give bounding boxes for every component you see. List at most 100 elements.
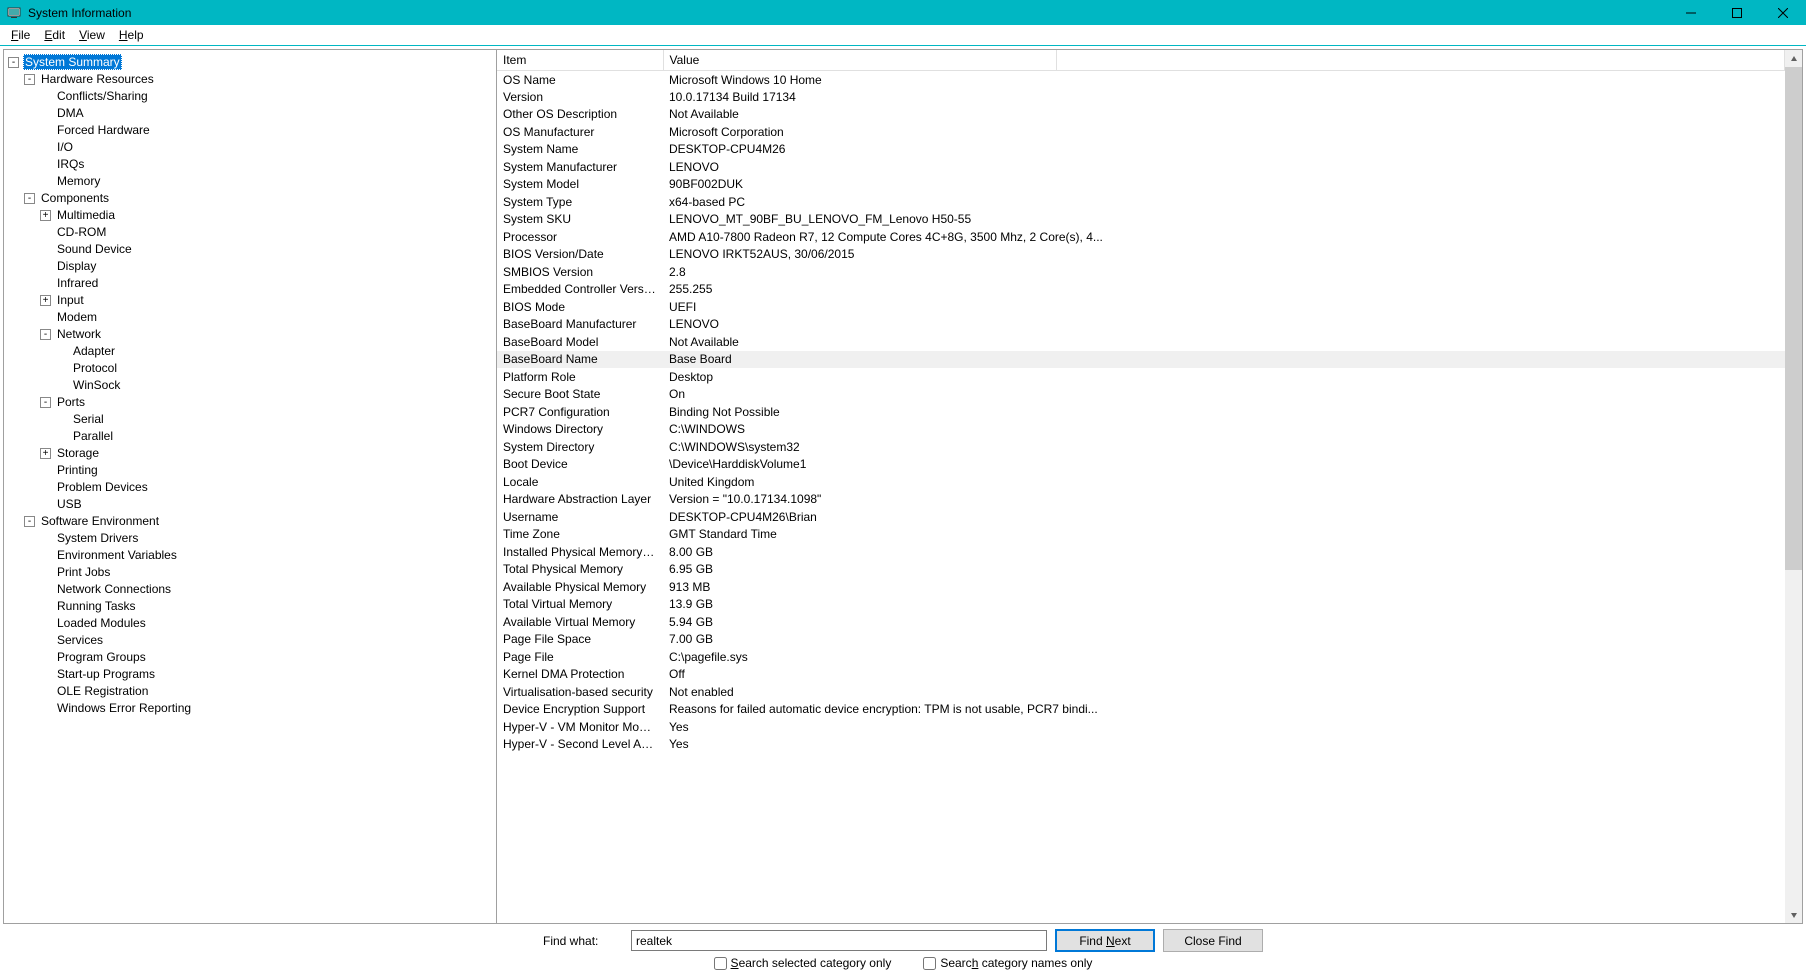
- menu-edit[interactable]: Edit: [37, 26, 72, 44]
- tree-item[interactable]: Memory: [6, 173, 494, 190]
- tree-item[interactable]: Windows Error Reporting: [6, 700, 494, 717]
- tree-item[interactable]: Modem: [6, 309, 494, 326]
- table-row[interactable]: Device Encryption SupportReasons for fai…: [497, 701, 1785, 719]
- tree-item[interactable]: -Network: [6, 326, 494, 343]
- tree-expander-icon[interactable]: +: [40, 295, 51, 306]
- tree-item[interactable]: System Drivers: [6, 530, 494, 547]
- tree-item[interactable]: OLE Registration: [6, 683, 494, 700]
- tree-item[interactable]: Loaded Modules: [6, 615, 494, 632]
- tree-item[interactable]: -Components: [6, 190, 494, 207]
- table-row[interactable]: BIOS ModeUEFI: [497, 298, 1785, 316]
- table-row[interactable]: BIOS Version/DateLENOVO IRKT52AUS, 30/06…: [497, 246, 1785, 264]
- search-names-checkbox-label[interactable]: Search category names only: [923, 956, 1092, 970]
- tree-expander-icon[interactable]: -: [24, 193, 35, 204]
- table-row[interactable]: BaseBoard ModelNot Available: [497, 333, 1785, 351]
- scroll-down-button[interactable]: [1785, 906, 1802, 923]
- table-row[interactable]: System DirectoryC:\WINDOWS\system32: [497, 438, 1785, 456]
- scroll-up-button[interactable]: [1785, 50, 1802, 67]
- menu-view[interactable]: View: [72, 26, 112, 44]
- tree-item[interactable]: Services: [6, 632, 494, 649]
- tree-item[interactable]: Program Groups: [6, 649, 494, 666]
- tree-item[interactable]: -Ports: [6, 394, 494, 411]
- tree-item[interactable]: Sound Device: [6, 241, 494, 258]
- table-row[interactable]: Version10.0.17134 Build 17134: [497, 88, 1785, 106]
- tree-item[interactable]: Problem Devices: [6, 479, 494, 496]
- table-row[interactable]: Available Virtual Memory5.94 GB: [497, 613, 1785, 631]
- table-row[interactable]: Time ZoneGMT Standard Time: [497, 526, 1785, 544]
- table-row[interactable]: Hyper-V - Second Level Addres...Yes: [497, 736, 1785, 754]
- column-header-value[interactable]: Value: [663, 50, 1056, 71]
- table-row[interactable]: BaseBoard NameBase Board: [497, 351, 1785, 369]
- tree-item[interactable]: Print Jobs: [6, 564, 494, 581]
- table-row[interactable]: Total Physical Memory6.95 GB: [497, 561, 1785, 579]
- close-find-button[interactable]: Close Find: [1163, 929, 1263, 952]
- table-row[interactable]: System NameDESKTOP-CPU4M26: [497, 141, 1785, 159]
- details-table[interactable]: Item Value OS NameMicrosoft Windows 10 H…: [497, 50, 1785, 753]
- tree-expander-icon[interactable]: -: [8, 57, 19, 68]
- table-row[interactable]: Page FileC:\pagefile.sys: [497, 648, 1785, 666]
- tree-item[interactable]: I/O: [6, 139, 494, 156]
- tree-item[interactable]: Conflicts/Sharing: [6, 88, 494, 105]
- table-row[interactable]: OS ManufacturerMicrosoft Corporation: [497, 123, 1785, 141]
- table-row[interactable]: System ManufacturerLENOVO: [497, 158, 1785, 176]
- tree-item[interactable]: Printing: [6, 462, 494, 479]
- maximize-button[interactable]: [1714, 0, 1760, 25]
- table-row[interactable]: Page File Space7.00 GB: [497, 631, 1785, 649]
- tree-item[interactable]: Serial: [6, 411, 494, 428]
- titlebar[interactable]: System Information: [0, 0, 1806, 25]
- tree-item[interactable]: CD-ROM: [6, 224, 494, 241]
- find-next-button[interactable]: Find Next: [1055, 929, 1155, 952]
- table-row[interactable]: PCR7 ConfigurationBinding Not Possible: [497, 403, 1785, 421]
- column-header-item[interactable]: Item: [497, 50, 663, 71]
- search-names-checkbox[interactable]: [923, 957, 936, 970]
- tree-item[interactable]: +Multimedia: [6, 207, 494, 224]
- tree-item[interactable]: IRQs: [6, 156, 494, 173]
- table-row[interactable]: Other OS DescriptionNot Available: [497, 106, 1785, 124]
- table-row[interactable]: Windows DirectoryC:\WINDOWS: [497, 421, 1785, 439]
- scroll-thumb[interactable]: [1785, 67, 1802, 570]
- tree-item[interactable]: Running Tasks: [6, 598, 494, 615]
- tree-item[interactable]: Start-up Programs: [6, 666, 494, 683]
- tree-item[interactable]: Environment Variables: [6, 547, 494, 564]
- table-row[interactable]: Secure Boot StateOn: [497, 386, 1785, 404]
- tree-expander-icon[interactable]: +: [40, 448, 51, 459]
- tree-expander-icon[interactable]: -: [40, 329, 51, 340]
- table-row[interactable]: System SKULENOVO_MT_90BF_BU_LENOVO_FM_Le…: [497, 211, 1785, 229]
- table-row[interactable]: Hardware Abstraction LayerVersion = "10.…: [497, 491, 1785, 509]
- table-row[interactable]: Embedded Controller Version255.255: [497, 281, 1785, 299]
- table-row[interactable]: Total Virtual Memory13.9 GB: [497, 596, 1785, 614]
- tree-expander-icon[interactable]: -: [24, 516, 35, 527]
- search-selected-checkbox[interactable]: [714, 957, 727, 970]
- tree-item[interactable]: -Hardware Resources: [6, 71, 494, 88]
- find-what-input[interactable]: [631, 930, 1047, 951]
- table-row[interactable]: System Model90BF002DUK: [497, 176, 1785, 194]
- category-tree[interactable]: -System Summary-Hardware ResourcesConfli…: [4, 50, 497, 923]
- minimize-button[interactable]: [1668, 0, 1714, 25]
- menu-help[interactable]: Help: [112, 26, 151, 44]
- table-row[interactable]: Hyper-V - VM Monitor Mode E...Yes: [497, 718, 1785, 736]
- tree-expander-icon[interactable]: +: [40, 210, 51, 221]
- tree-item[interactable]: Protocol: [6, 360, 494, 377]
- tree-item[interactable]: WinSock: [6, 377, 494, 394]
- table-row[interactable]: Platform RoleDesktop: [497, 368, 1785, 386]
- scroll-track[interactable]: [1785, 67, 1802, 906]
- table-row[interactable]: Installed Physical Memory (RAM)8.00 GB: [497, 543, 1785, 561]
- tree-item[interactable]: Forced Hardware: [6, 122, 494, 139]
- tree-expander-icon[interactable]: -: [40, 397, 51, 408]
- tree-item[interactable]: +Storage: [6, 445, 494, 462]
- vertical-scrollbar[interactable]: [1785, 50, 1802, 923]
- tree-expander-icon[interactable]: -: [24, 74, 35, 85]
- tree-item[interactable]: Display: [6, 258, 494, 275]
- table-row[interactable]: Virtualisation-based securityNot enabled: [497, 683, 1785, 701]
- table-row[interactable]: ProcessorAMD A10-7800 Radeon R7, 12 Comp…: [497, 228, 1785, 246]
- tree-item[interactable]: Adapter: [6, 343, 494, 360]
- tree-item[interactable]: -Software Environment: [6, 513, 494, 530]
- table-row[interactable]: BaseBoard ManufacturerLENOVO: [497, 316, 1785, 334]
- tree-item[interactable]: -System Summary: [6, 54, 494, 71]
- table-row[interactable]: SMBIOS Version2.8: [497, 263, 1785, 281]
- table-row[interactable]: OS NameMicrosoft Windows 10 Home: [497, 71, 1785, 89]
- search-selected-checkbox-label[interactable]: Search selected category only: [714, 956, 892, 970]
- table-row[interactable]: System Typex64-based PC: [497, 193, 1785, 211]
- table-row[interactable]: Boot Device\Device\HarddiskVolume1: [497, 456, 1785, 474]
- tree-item[interactable]: USB: [6, 496, 494, 513]
